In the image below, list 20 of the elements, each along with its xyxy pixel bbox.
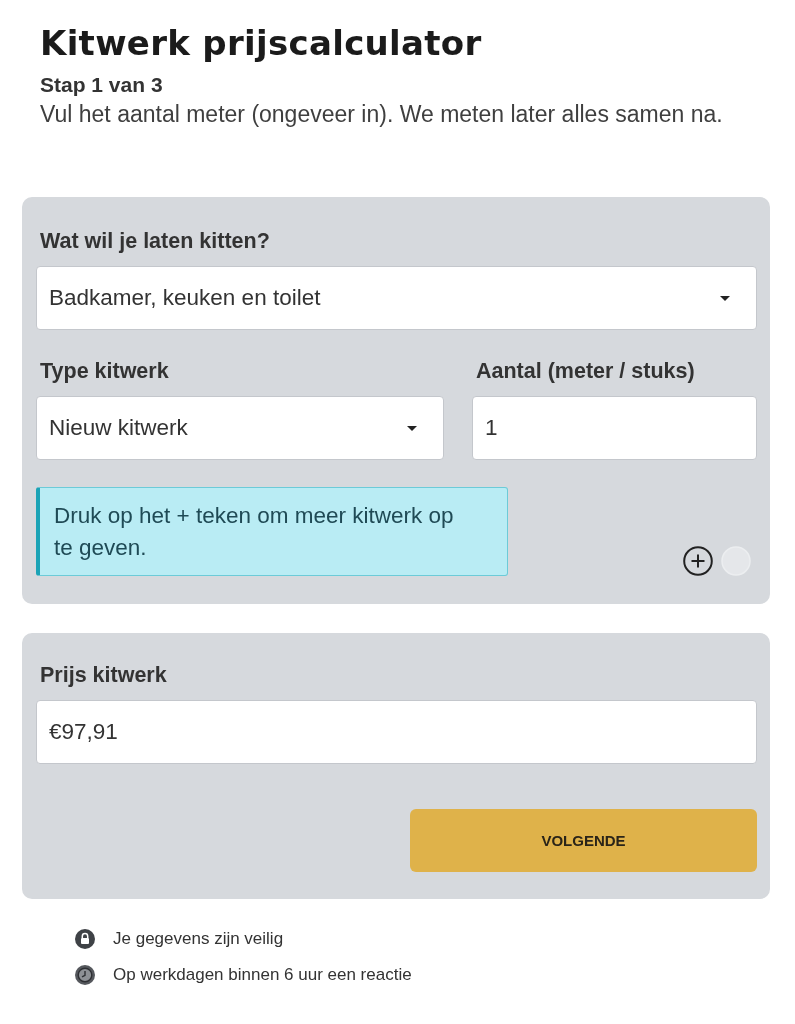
caret-icon — [720, 295, 730, 301]
lock-icon — [75, 929, 95, 949]
dropdown-field[interactable]: Badkamer, keuken en toilet — [36, 266, 757, 330]
step-indicator: Stap 1 van 3 — [40, 72, 164, 98]
input-field[interactable]: €97,91 — [36, 700, 757, 764]
field-label: Aantal (meter / stuks) — [476, 359, 695, 384]
plus-circle-icon[interactable] — [683, 546, 713, 576]
page-title: Kitwerk prijscalculator — [40, 22, 483, 65]
dropdown-field[interactable]: Nieuw kitwerk — [36, 396, 444, 460]
input-field[interactable]: 1 — [472, 396, 757, 460]
field-label: Wat wil je laten kitten? — [40, 229, 270, 254]
next-button[interactable]: VOLGENDE — [410, 809, 757, 872]
caret-icon — [407, 425, 417, 431]
clock-icon — [75, 965, 95, 985]
intro-text: Vul het aantal meter (ongeveer in). We meten later alles samen na. — [40, 100, 724, 128]
assurance-text: Op werkdagen binnen 6 uur een reactie — [113, 965, 412, 985]
assurance-text: Je gegevens zijn veilig — [113, 929, 284, 949]
field-label: Prijs kitwerk — [40, 663, 167, 688]
hint-alert: Druk op het + teken om meer kitwerk op te geven. — [36, 487, 508, 576]
field-label: Type kitwerk — [40, 359, 169, 384]
